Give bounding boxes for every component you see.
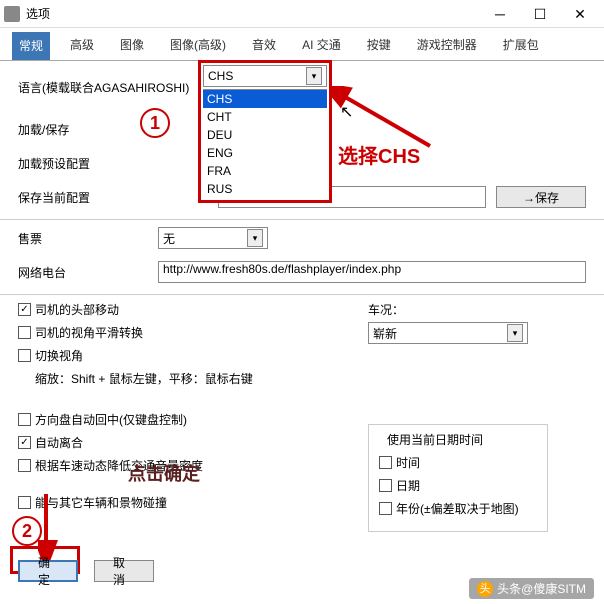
maximize-button[interactable]: ☐ <box>520 1 560 27</box>
switch-view-hint: 缩放：Shift + 鼠标左键，平移：鼠标右键 <box>35 370 338 387</box>
lang-option-eng[interactable]: ENG <box>203 144 327 162</box>
language-list: CHS CHT DEU ENG FRA RUS <box>203 89 327 198</box>
tab-bar: 常规 高级 图像 图像(高级) 音效 AI 交通 按键 游戏控制器 扩展包 <box>0 28 604 61</box>
ticket-value: 无 <box>163 230 175 247</box>
annotation-click-ok: 点击确定 <box>128 460 200 486</box>
watermark-icon: 头 <box>477 581 493 597</box>
cursor-icon: ↖ <box>340 102 353 122</box>
annotation-circle-1: 1 <box>140 108 170 138</box>
watermark: 头 头条@傻康SITM <box>469 578 594 599</box>
cb-head-move[interactable]: ✓司机的头部移动 <box>18 301 338 318</box>
radio-label: 网络电台 <box>18 264 138 281</box>
cb-wheel-center[interactable]: 方向盘自动回中(仅键盘控制) <box>18 411 338 428</box>
load-preset-label: 加载预设配置 <box>18 155 138 172</box>
tab-advanced[interactable]: 高级 <box>64 32 100 60</box>
save-button[interactable]: →保存 <box>496 186 586 208</box>
chevron-down-icon: ▾ <box>507 324 523 342</box>
app-icon <box>4 6 20 22</box>
radio-url-input[interactable]: http://www.fresh80s.de/flashplayer/index… <box>158 261 586 283</box>
language-combo[interactable]: CHS ▾ <box>203 65 327 87</box>
cb-time[interactable]: 时间 <box>379 454 537 471</box>
annotation-circle-2: 2 <box>12 516 42 546</box>
tab-controller[interactable]: 游戏控制器 <box>411 32 483 60</box>
lang-option-cht[interactable]: CHT <box>203 108 327 126</box>
tab-image-adv[interactable]: 图像(高级) <box>164 32 232 60</box>
lang-option-chs[interactable]: CHS <box>203 90 327 108</box>
condition-value: 崭新 <box>373 325 397 342</box>
ticket-combo[interactable]: 无 ▾ <box>158 227 268 249</box>
condition-label: 车况： <box>368 301 586 318</box>
cancel-button[interactable]: 取消 <box>94 560 154 582</box>
load-save-label: 加载/保存 <box>18 121 138 138</box>
chevron-down-icon: ▾ <box>306 67 322 85</box>
tab-sound[interactable]: 音效 <box>246 32 282 60</box>
close-button[interactable]: ✕ <box>560 1 600 27</box>
language-label: 语言(模载联合AGASAHIROSHI) <box>18 79 198 96</box>
titlebar: 选项 ─ ☐ ✕ <box>0 0 604 28</box>
ticket-label: 售票 <box>18 230 138 247</box>
cb-auto-clutch[interactable]: ✓自动离合 <box>18 434 338 451</box>
window-title: 选项 <box>26 5 480 22</box>
tab-addon[interactable]: 扩展包 <box>497 32 545 60</box>
tab-ai[interactable]: AI 交通 <box>296 32 347 60</box>
cb-switch-view[interactable]: 切换视角 <box>18 347 338 364</box>
lang-option-rus[interactable]: RUS <box>203 180 327 198</box>
chevron-down-icon: ▾ <box>247 229 263 247</box>
cb-smooth-view[interactable]: 司机的视角平滑转换 <box>18 324 338 341</box>
lang-option-deu[interactable]: DEU <box>203 126 327 144</box>
minimize-button[interactable]: ─ <box>480 1 520 27</box>
cb-date[interactable]: 日期 <box>379 477 537 494</box>
tab-keys[interactable]: 按键 <box>361 32 397 60</box>
tab-general[interactable]: 常规 <box>12 32 50 60</box>
language-dropdown: CHS ▾ CHS CHT DEU ENG FRA RUS <box>198 60 332 203</box>
save-current-label: 保存当前配置 <box>18 189 138 206</box>
condition-combo[interactable]: 崭新 ▾ <box>368 322 528 344</box>
ok-button[interactable]: 确定 <box>18 560 78 582</box>
date-group-label: 使用当前日期时间 <box>383 431 487 448</box>
cb-year[interactable]: 年份(±偏差取决于地图) <box>379 500 537 517</box>
cb-collision[interactable]: 能与其它车辆和景物碰撞 <box>18 494 338 511</box>
lang-option-fra[interactable]: FRA <box>203 162 327 180</box>
annotation-select-chs: 选择CHS <box>338 140 420 169</box>
tab-image[interactable]: 图像 <box>114 32 150 60</box>
